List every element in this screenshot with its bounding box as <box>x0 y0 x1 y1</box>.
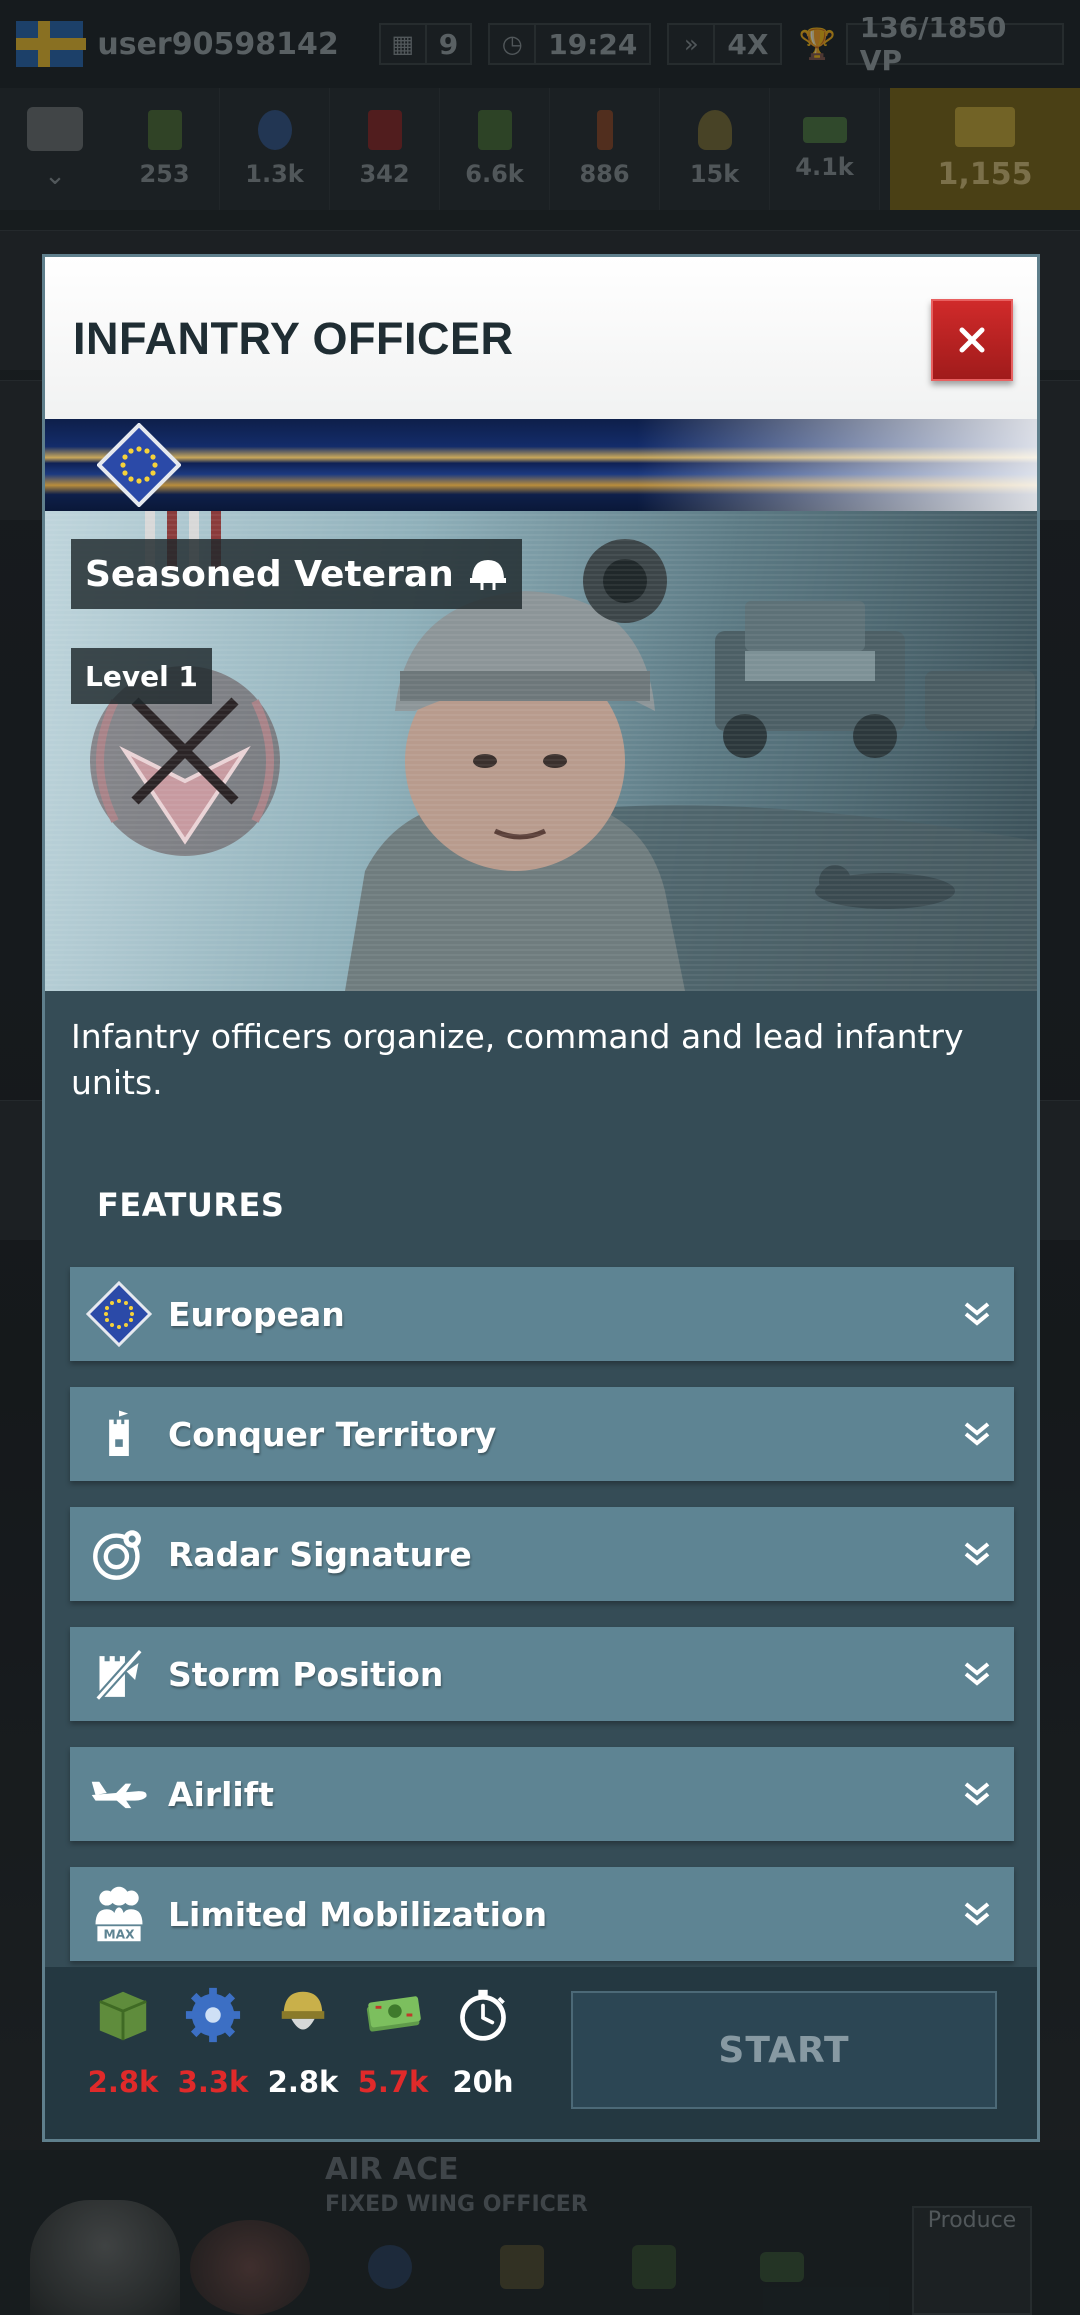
feature-storm-position[interactable]: Storm Position <box>70 1627 1014 1721</box>
feature-label: Airlift <box>168 1774 274 1814</box>
officer-portrait-image: Seasoned Veteran Level 1 <box>45 511 1037 991</box>
helmet-icon <box>469 560 506 590</box>
mobilization-max-icon: MAX <box>95 1886 143 1941</box>
feature-radar-signature[interactable]: Radar Signature <box>70 1507 1014 1601</box>
modal-header: INFANTRY OFFICER <box>45 257 1037 419</box>
production-footer: 2.8k 3.3k 2.8k 5.7k 20h START <box>45 1967 1037 2139</box>
feature-european[interactable]: European <box>70 1267 1014 1361</box>
close-icon <box>959 327 985 353</box>
cost-time: 20h <box>443 1985 523 2099</box>
rank-label: Seasoned Veteran <box>71 539 522 609</box>
feature-label: Conquer Territory <box>168 1414 497 1454</box>
money-icon <box>366 1996 421 2032</box>
feature-airlift[interactable]: Airlift <box>70 1747 1014 1841</box>
airlift-plane-icon <box>91 1781 147 1809</box>
svg-text:MAX: MAX <box>104 1927 136 1941</box>
feature-label: Limited Mobilization <box>168 1894 548 1934</box>
cost-supplies: 2.8k <box>83 1985 163 2099</box>
feature-conquer-territory[interactable]: Conquer Territory <box>70 1387 1014 1481</box>
modal-title: INFANTRY OFFICER <box>73 313 514 364</box>
cost-money: 5.7k <box>353 1985 433 2099</box>
chevron-double-down-icon <box>964 1422 990 1446</box>
nation-banner <box>45 419 1037 511</box>
tower-flag-icon <box>109 1410 129 1456</box>
cost-manpower: 2.8k <box>263 1985 343 2099</box>
cost-components: 3.3k <box>173 1985 253 2099</box>
feature-label: Radar Signature <box>168 1534 472 1574</box>
eu-flag-icon <box>86 1281 152 1347</box>
manpower-icon <box>281 1991 325 2030</box>
eu-flag-icon <box>97 423 181 507</box>
close-button[interactable] <box>931 299 1013 381</box>
feature-label: European <box>168 1294 345 1334</box>
chevron-double-down-icon <box>964 1302 990 1326</box>
radar-icon <box>93 1530 141 1580</box>
officer-modal: INFANTRY OFFICER Seasoned Veteran Level … <box>42 254 1040 2142</box>
chevron-double-down-icon <box>964 1902 990 1926</box>
officer-description: Infantry officers organize, command and … <box>71 1017 964 1102</box>
chevron-double-down-icon <box>964 1542 990 1566</box>
components-icon <box>185 1987 241 2043</box>
features-heading: FEATURES <box>97 1186 285 1224</box>
storm-position-icon <box>94 1648 144 1702</box>
timer-icon <box>460 1989 506 2041</box>
chevron-double-down-icon <box>964 1782 990 1806</box>
feature-limited-mobilization[interactable]: MAX Limited Mobilization <box>70 1867 1014 1961</box>
level-label: Level 1 <box>71 648 212 704</box>
start-button[interactable]: START <box>571 1991 997 2109</box>
chevron-double-down-icon <box>964 1662 990 1686</box>
supplies-icon <box>99 1991 147 2041</box>
feature-label: Storm Position <box>168 1654 444 1694</box>
